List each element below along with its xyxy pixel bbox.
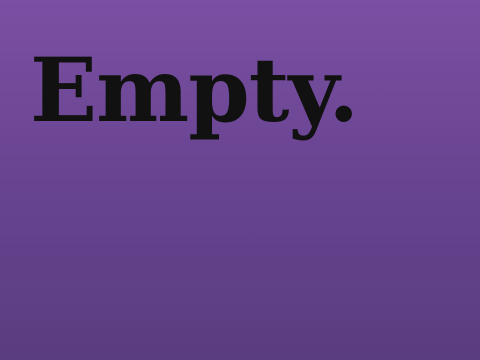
empty-state-message: Empty.	[30, 38, 359, 142]
